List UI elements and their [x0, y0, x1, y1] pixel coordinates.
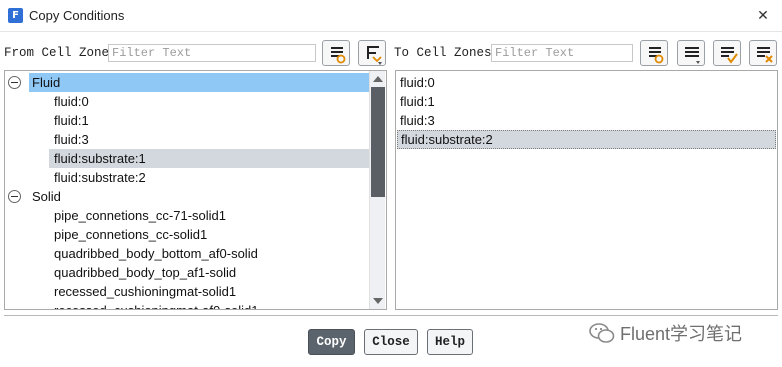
help-button[interactable]: Help: [427, 329, 473, 355]
deselect-all-button[interactable]: [749, 40, 777, 66]
deselect-all-icon: [757, 47, 773, 63]
list-item[interactable]: fluid:1: [397, 92, 776, 111]
tree-item[interactable]: pipe_connetions_cc-71-solid1: [49, 206, 369, 225]
scroll-thumb[interactable]: [371, 87, 385, 197]
from-options-button[interactable]: [358, 40, 386, 66]
tree-item[interactable]: recessed_cushioningmat-solid1: [49, 282, 369, 301]
scroll-down-icon[interactable]: [373, 298, 383, 304]
from-filter-button[interactable]: [322, 40, 350, 66]
wechat-logo-icon: [589, 323, 615, 343]
copy-button[interactable]: Copy: [308, 329, 355, 355]
to-filter-input[interactable]: [491, 44, 633, 62]
watermark: Fluent学习笔记: [588, 321, 742, 345]
list-item[interactable]: fluid:3: [397, 111, 776, 130]
from-filter-input[interactable]: [108, 44, 316, 62]
tree-group-solid[interactable]: Solid: [29, 187, 61, 206]
tree-item[interactable]: quadribbed_body_bottom_af0-solid: [49, 244, 369, 263]
collapse-fluid-icon[interactable]: [8, 76, 21, 89]
tree-item[interactable]: quadribbed_body_top_af1-solid: [49, 263, 369, 282]
window-title: Copy Conditions: [29, 8, 125, 23]
close-button[interactable]: Close: [364, 329, 418, 355]
tree-item[interactable]: recessed_cushioningmat-af0-solid1: [49, 301, 369, 309]
list-options-icon: [685, 47, 700, 64]
tree-item[interactable]: fluid:substrate:2: [49, 168, 369, 187]
close-icon[interactable]: ✕: [750, 6, 776, 26]
tree-item-selected[interactable]: fluid:substrate:1: [49, 149, 369, 168]
filter-list-icon: [331, 47, 346, 64]
from-cell-zone-tree[interactable]: Fluid fluid:0 fluid:1 fluid:3 fluid:subs…: [4, 70, 387, 310]
from-cell-zone-label: From Cell Zone: [4, 46, 110, 60]
list-item[interactable]: fluid:0: [397, 73, 776, 92]
select-all-button[interactable]: [713, 40, 741, 66]
filter-list-icon: [649, 47, 664, 64]
tree-group-fluid[interactable]: Fluid: [29, 73, 369, 92]
to-cell-zones-label: To Cell Zones: [394, 46, 492, 60]
fluent-app-icon: F: [8, 8, 23, 23]
watermark-text: Fluent学习笔记: [620, 324, 743, 344]
to-cell-zones-list[interactable]: fluid:0 fluid:1 fluid:3 fluid:substrate:…: [395, 70, 778, 310]
collapse-solid-icon[interactable]: [8, 190, 21, 203]
to-list-options-button[interactable]: [677, 40, 705, 66]
title-bar: F Copy Conditions ✕: [0, 0, 782, 32]
tree-options-icon: [367, 46, 382, 65]
separator: [4, 315, 778, 316]
select-all-icon: [721, 47, 738, 64]
tree-item[interactable]: fluid:3: [49, 130, 369, 149]
scroll-up-icon[interactable]: [373, 76, 383, 82]
to-filter-button[interactable]: [640, 40, 668, 66]
list-item-selected[interactable]: fluid:substrate:2: [397, 130, 776, 149]
tree-item[interactable]: fluid:1: [49, 111, 369, 130]
tree-scrollbar[interactable]: [369, 71, 385, 309]
tree-item[interactable]: pipe_connetions_cc-solid1: [49, 225, 369, 244]
tree-item[interactable]: fluid:0: [49, 92, 369, 111]
